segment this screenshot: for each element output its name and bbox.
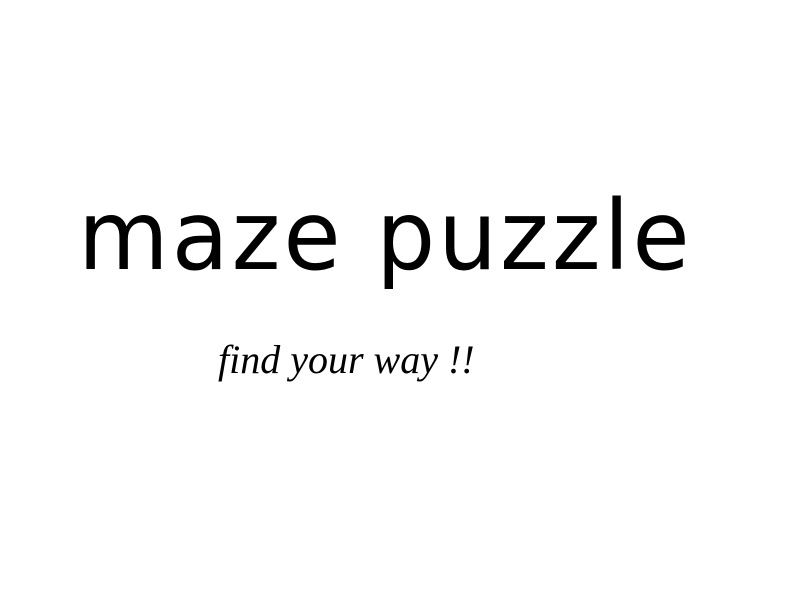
game-subtitle: find your way !! — [218, 337, 475, 382]
title-screen: maze puzzle find your way !! — [0, 0, 800, 600]
game-title: maze puzzle — [78, 180, 693, 292]
